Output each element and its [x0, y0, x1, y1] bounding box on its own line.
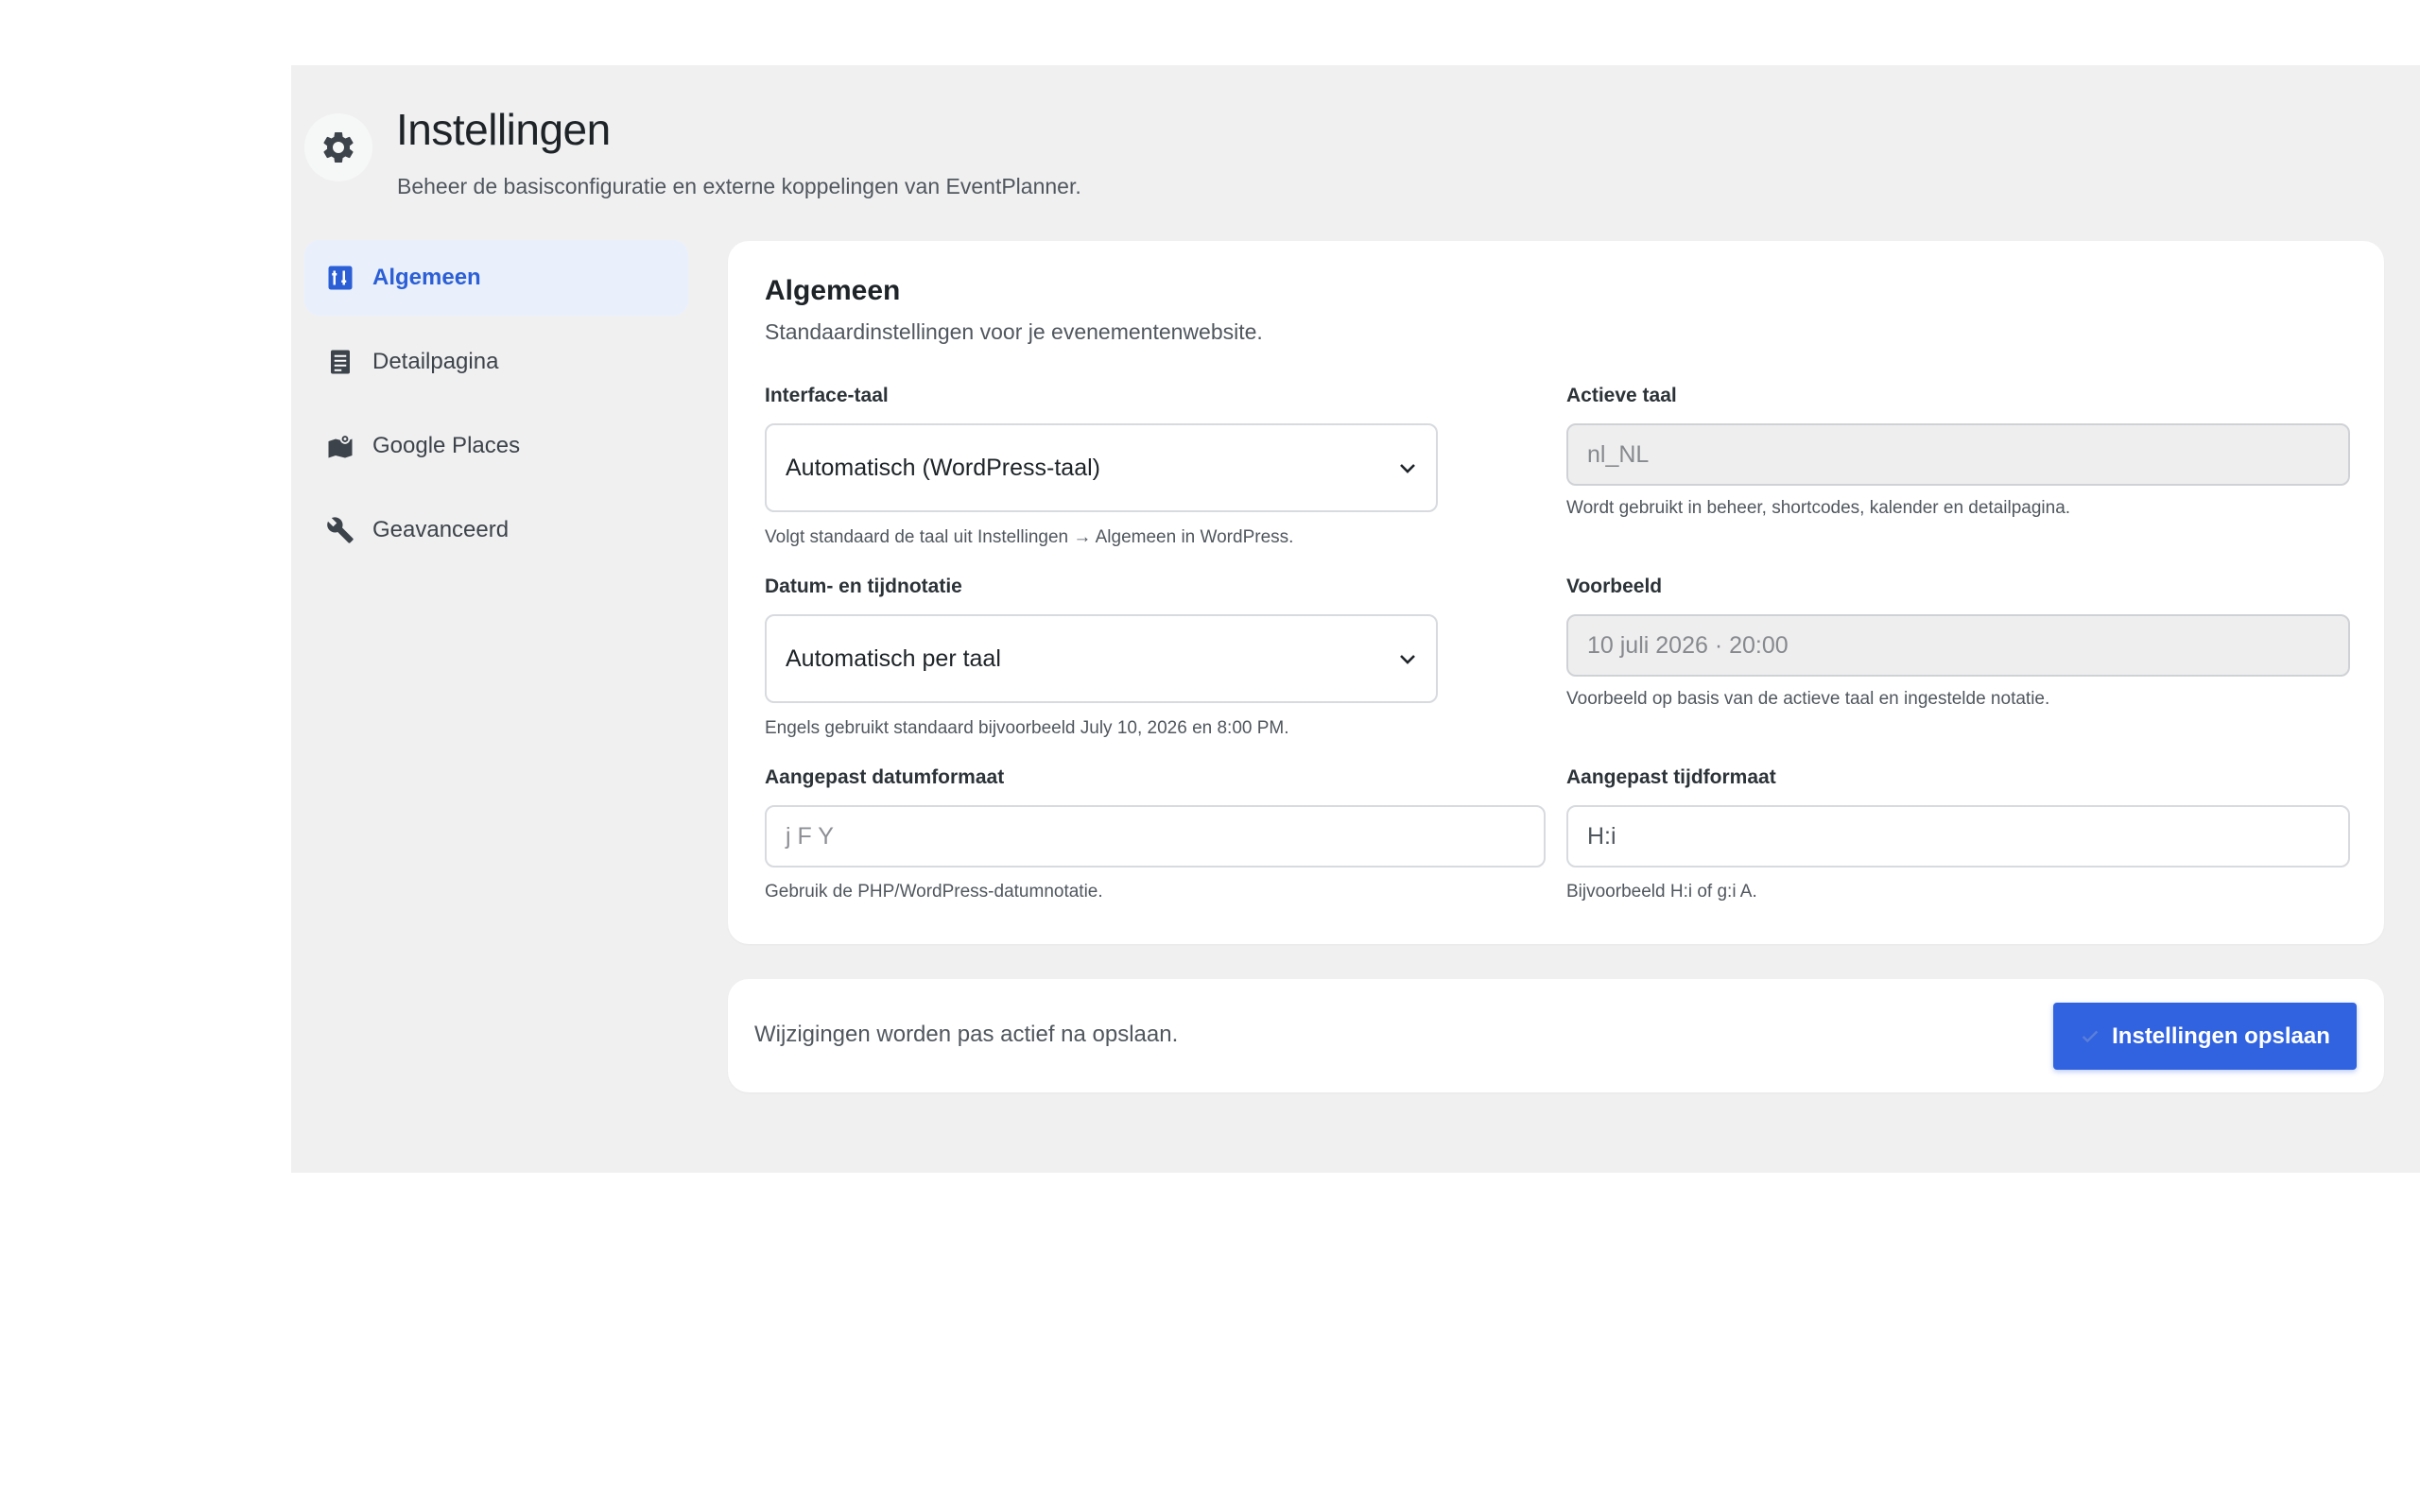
save-button-label: Instellingen opslaan: [2112, 1022, 2330, 1049]
sidebar-item-algemeen[interactable]: Algemeen: [304, 240, 688, 316]
custom-time-format-label: Aangepast tijdformaat: [1566, 766, 1776, 788]
active-language-field: Actieve taal nl_NL Wordt gebruikt in beh…: [1566, 385, 2350, 519]
custom-date-format-placeholder: j F Y: [786, 822, 834, 850]
interface-language-value: Automatisch (WordPress-taal): [786, 454, 1100, 481]
card-subtitle: Standaardinstellingen voor je evenemente…: [765, 319, 1263, 344]
date-time-notation-label: Datum- en tijdnotatie: [765, 576, 962, 597]
settings-card-algemeen: Algemeen Standaardinstellingen voor je e…: [728, 241, 2384, 944]
active-language-value: nl_NL: [1587, 440, 1650, 468]
custom-date-format-input[interactable]: j F Y: [765, 805, 1546, 868]
date-time-notation-help: Engels gebruikt standaard bijvoorbeeld J…: [765, 718, 1289, 738]
preview-value: 10 juli 2026 · 20:00: [1587, 631, 1789, 659]
page-title: Instellingen: [396, 105, 611, 154]
date-time-notation-value: Automatisch per taal: [786, 644, 1001, 672]
active-language-label: Actieve taal: [1566, 385, 1677, 406]
custom-time-format-value: H:i: [1587, 822, 1616, 850]
active-language-help: Wordt gebruikt in beheer, shortcodes, ka…: [1566, 498, 2071, 518]
sidebar-item-detailpagina[interactable]: Detailpagina: [304, 324, 688, 400]
date-time-notation-field: Datum- en tijdnotatie Automatisch per ta…: [765, 576, 1438, 739]
sidebar-item-label: Google Places: [372, 433, 521, 458]
settings-sidebar: Algemeen Detailpagina Google Places Geav…: [304, 240, 688, 576]
preview-field: Voorbeeld 10 juli 2026 · 20:00 Voorbeeld…: [1566, 576, 2350, 710]
sidebar-item-label: Detailpagina: [372, 349, 499, 374]
wrench-icon: [325, 515, 355, 545]
interface-language-help: Volgt standaard de taal uit Instellingen…: [765, 527, 1294, 547]
save-note: Wijzigingen worden pas actief na opslaan…: [754, 1022, 1179, 1047]
sidebar-item-google-places[interactable]: Google Places: [304, 408, 688, 484]
document-icon: [325, 347, 355, 377]
map-pin-icon: [325, 431, 355, 461]
check-icon: [2082, 1030, 2099, 1042]
interface-language-select[interactable]: Automatisch (WordPress-taal): [765, 423, 1438, 512]
interface-language-field: Interface-taal Automatisch (WordPress-ta…: [765, 385, 1438, 548]
date-time-notation-select[interactable]: Automatisch per taal: [765, 614, 1438, 703]
custom-date-format-field: Aangepast datumformaat j F Y Gebruik de …: [765, 766, 1546, 902]
custom-date-format-label: Aangepast datumformaat: [765, 766, 1005, 788]
active-language-input: nl_NL: [1566, 423, 2350, 486]
gear-icon: [304, 113, 372, 181]
sidebar-item-label: Algemeen: [372, 265, 481, 290]
chevron-down-icon: [1400, 464, 1415, 473]
page-subtitle: Beheer de basisconfiguratie en externe k…: [397, 174, 1081, 198]
preview-input: 10 juli 2026 · 20:00: [1566, 614, 2350, 677]
save-bar: Wijzigingen worden pas actief na opslaan…: [728, 979, 2384, 1092]
custom-date-format-help: Gebruik de PHP/WordPress-datumnotatie.: [765, 882, 1103, 902]
chevron-down-icon: [1400, 655, 1415, 664]
custom-time-format-help: Bijvoorbeeld H:i of g:i A.: [1566, 882, 1757, 902]
custom-time-format-field: Aangepast tijdformaat H:i Bijvoorbeeld H…: [1566, 766, 2350, 902]
save-settings-button[interactable]: Instellingen opslaan: [2053, 1003, 2357, 1070]
sidebar-item-label: Geavanceerd: [372, 517, 510, 542]
preview-help: Voorbeeld op basis van de actieve taal e…: [1566, 689, 2050, 709]
sidebar-item-geavanceerd[interactable]: Geavanceerd: [304, 492, 688, 568]
custom-time-format-input[interactable]: H:i: [1566, 805, 2350, 868]
sliders-icon: [325, 263, 355, 293]
preview-label: Voorbeeld: [1566, 576, 1663, 597]
interface-language-label: Interface-taal: [765, 385, 889, 406]
card-title: Algemeen: [765, 275, 901, 306]
